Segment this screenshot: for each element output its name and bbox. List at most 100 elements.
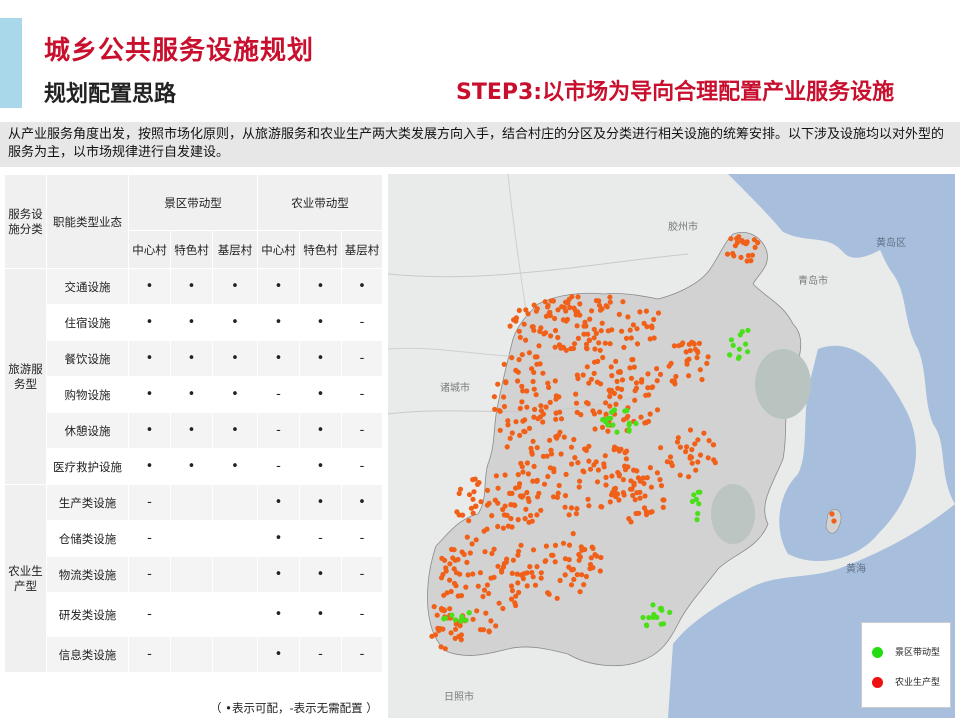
village-dot <box>657 371 664 377</box>
village-dot <box>511 317 517 323</box>
header-accent-bar <box>0 18 22 108</box>
config-value-cell: • <box>299 556 342 593</box>
config-value-cell: • <box>299 268 342 305</box>
village-dot <box>614 491 621 497</box>
village-dot <box>526 498 532 504</box>
village-dot <box>517 405 523 411</box>
village-dot <box>516 328 522 334</box>
village-dot <box>508 583 515 589</box>
village-dot <box>597 347 603 353</box>
village-dot <box>594 479 601 485</box>
village-dot <box>743 341 749 347</box>
village-dot <box>509 570 515 576</box>
village-dot <box>536 343 542 349</box>
header-col-0: 中心村 <box>128 230 171 269</box>
village-dot <box>603 482 609 488</box>
village-dot <box>697 367 703 373</box>
header-group-scenic: 景区带动型 <box>128 174 258 231</box>
village-dot <box>607 393 613 400</box>
config-value-cell: • <box>299 376 342 413</box>
village-dot <box>566 557 572 563</box>
village-dot <box>529 451 535 457</box>
config-value-cell <box>212 484 258 521</box>
village-dot <box>447 577 453 583</box>
village-dot <box>532 406 538 412</box>
village-dot <box>590 565 596 571</box>
village-dot <box>630 322 636 328</box>
village-dot <box>577 589 583 595</box>
village-dot <box>581 582 587 588</box>
village-dot <box>598 328 604 334</box>
village-dot <box>515 369 521 375</box>
village-dot <box>668 360 674 366</box>
village-dot <box>576 557 582 563</box>
village-dot <box>534 445 540 451</box>
config-value-cell: • <box>128 448 171 485</box>
village-dot <box>647 509 654 515</box>
village-dot <box>510 557 516 563</box>
village-dot <box>443 568 449 574</box>
config-value-cell: • <box>170 304 213 341</box>
village-dot <box>497 408 503 414</box>
village-dot <box>438 644 444 650</box>
village-dot <box>489 513 495 519</box>
config-value-cell: • <box>212 376 258 413</box>
village-dot <box>637 309 643 315</box>
village-dot <box>591 462 597 468</box>
village-dot <box>552 542 559 548</box>
village-dot <box>724 251 731 257</box>
village-dot <box>685 357 691 363</box>
village-dot <box>675 435 681 441</box>
village-dot <box>731 253 737 259</box>
village-dot <box>696 501 702 507</box>
village-dot <box>471 489 477 495</box>
village-dot <box>534 512 540 518</box>
village-dot <box>553 416 559 422</box>
village-dot <box>566 542 573 548</box>
village-dot <box>658 605 664 611</box>
header-type: 职能类型业态 <box>46 174 129 269</box>
village-dot <box>452 617 458 623</box>
village-dot <box>516 357 522 363</box>
config-value-cell: - <box>341 376 383 413</box>
village-dot <box>595 358 601 364</box>
village-dot <box>469 541 475 547</box>
village-dot <box>538 507 544 513</box>
village-dot <box>615 385 621 391</box>
village-dot <box>598 381 604 387</box>
village-dot <box>614 378 620 384</box>
village-dot <box>831 518 837 524</box>
config-value-cell: - <box>341 592 383 637</box>
village-dot <box>610 422 616 428</box>
village-dot <box>441 607 447 613</box>
village-dot <box>693 467 699 473</box>
map-label-qingdao: 青岛市 <box>798 274 828 287</box>
village-dot <box>520 388 526 394</box>
village-dot <box>552 559 558 565</box>
config-value-cell: • <box>212 412 258 449</box>
village-dot <box>694 517 700 523</box>
facility-type-cell: 生产类设施 <box>46 484 129 521</box>
village-dot <box>438 575 445 581</box>
village-dot <box>562 493 569 499</box>
village-dot <box>584 346 590 352</box>
village-dot <box>625 413 631 419</box>
village-dot <box>441 592 447 598</box>
village-dot <box>543 330 549 336</box>
config-value-cell: • <box>257 268 300 305</box>
village-dot <box>654 366 660 372</box>
village-dot <box>571 436 577 443</box>
village-dot <box>745 253 752 259</box>
village-dot <box>509 588 516 594</box>
village-dot <box>574 572 580 578</box>
village-dot <box>648 484 654 490</box>
config-value-cell <box>170 592 213 637</box>
village-dot <box>521 571 527 577</box>
config-value-cell: • <box>257 636 300 673</box>
village-dot <box>646 615 652 621</box>
village-dot <box>449 612 455 618</box>
village-dot <box>555 334 561 341</box>
config-value-cell: - <box>341 520 383 557</box>
village-dot <box>647 336 653 342</box>
table-row: 农业生产型 生产类设施 - • • • <box>4 484 383 673</box>
